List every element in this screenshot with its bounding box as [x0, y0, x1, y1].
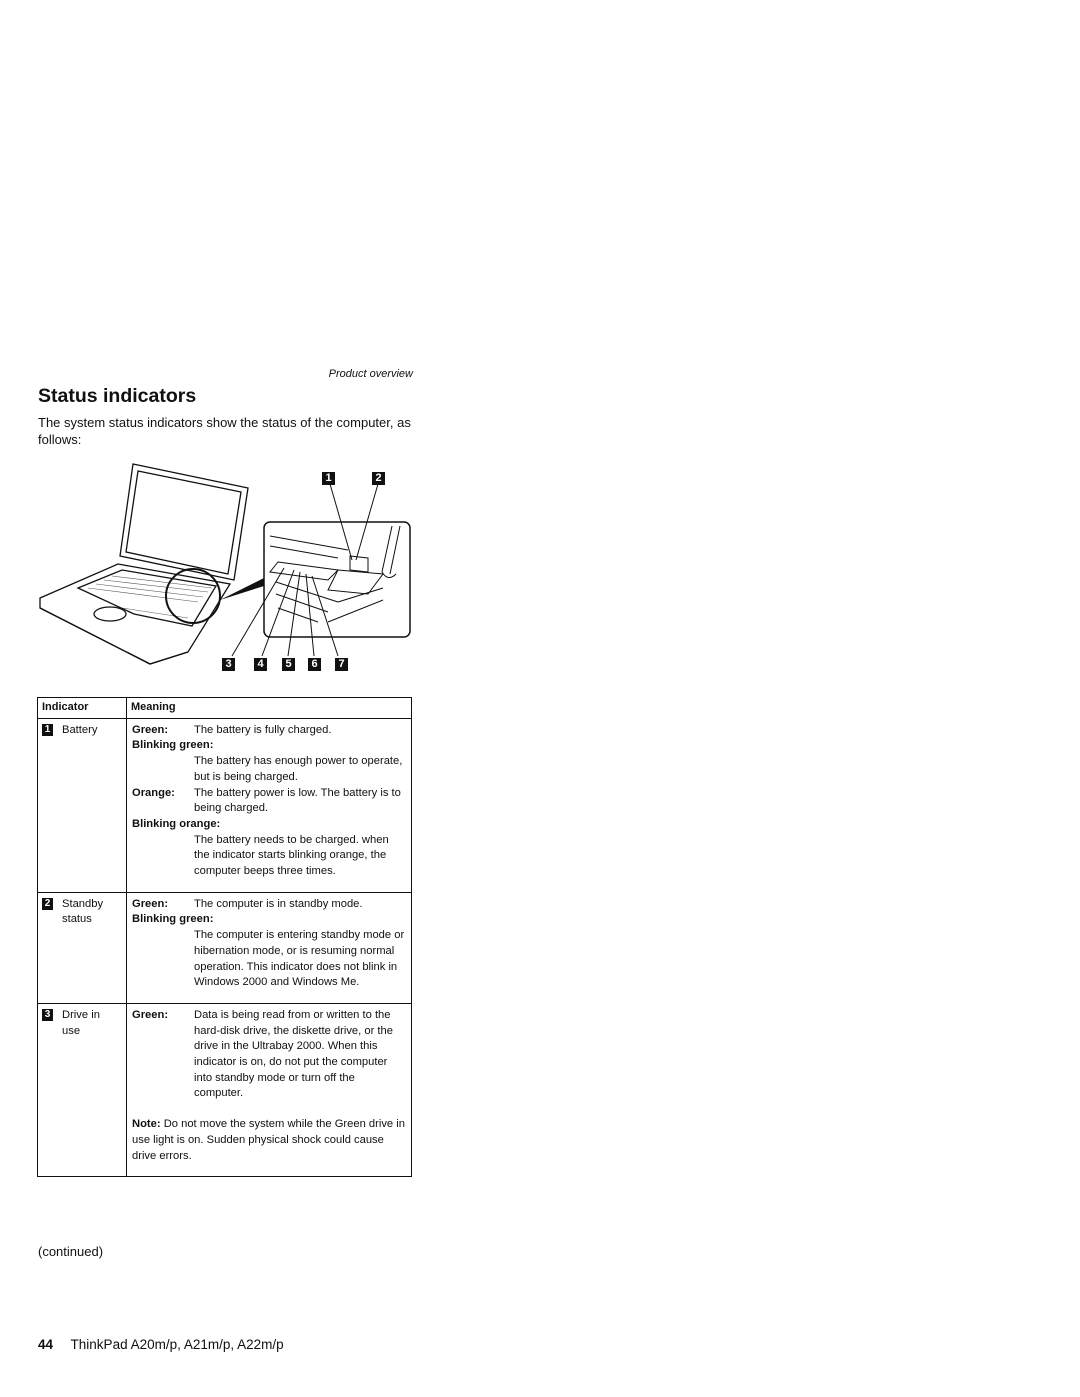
indicator-name: Drive in use	[62, 1008, 100, 1037]
indicator-cell: 3 Drive in use	[37, 1002, 127, 1178]
header-meaning: Meaning	[126, 697, 412, 719]
indicator-number-badge: 2	[42, 897, 53, 910]
entry-label: Green:	[132, 1008, 169, 1021]
laptop-illustration: 1 2 3 4 5 6 7	[38, 462, 414, 680]
entry-text: The battery needs to be charged. when th…	[194, 833, 389, 878]
meaning-entry: Green: The battery is fully charged.	[132, 723, 407, 739]
table-header-row: Indicator Meaning	[37, 697, 412, 719]
entry-label: Blinking green:	[132, 913, 214, 926]
entry-text: The battery power is low. The battery is…	[194, 786, 401, 815]
page-footer: 44 ThinkPad A20m/p, A21m/p, A22m/p	[38, 1337, 284, 1352]
table-row: 2 Standby status Green: The computer is …	[37, 891, 412, 1004]
entry-text: The computer is in standby mode.	[194, 897, 363, 910]
entry-label: Green:	[132, 723, 169, 736]
callout-2: 2	[372, 472, 385, 485]
meaning-cell: Green: The battery is fully charged. Bli…	[126, 717, 412, 893]
intro-paragraph: The system status indicators show the st…	[38, 415, 411, 447]
callout-3: 3	[222, 658, 235, 671]
running-header: Product overview	[328, 368, 413, 380]
meaning-entry: Blinking green: The battery has enough p…	[132, 738, 407, 785]
meaning-entry: Green: Data is being read from or writte…	[132, 1008, 407, 1102]
header-indicator: Indicator	[37, 697, 127, 719]
laptop-drawing	[39, 463, 411, 665]
entry-label: Blinking green:	[132, 739, 214, 752]
callout-5: 5	[282, 658, 295, 671]
entry-text: The battery is fully charged.	[194, 723, 332, 736]
meaning-cell: Green: The computer is in standby mode. …	[126, 891, 412, 1004]
indicator-cell: 2 Standby status	[37, 891, 127, 1004]
entry-label: Blinking orange:	[132, 817, 221, 830]
indicator-number-badge: 1	[42, 723, 53, 736]
entry-text: The battery has enough power to operate,…	[194, 755, 403, 783]
callout-1: 1	[322, 472, 335, 485]
indicator-number-badge: 3	[42, 1008, 53, 1021]
indicator-name: Standby status	[62, 897, 104, 926]
page-number: 44	[38, 1337, 54, 1352]
note: Note: Do not move the system while the G…	[132, 1117, 407, 1164]
continued-label: (continued)	[38, 1244, 104, 1259]
note-label: Note:	[132, 1118, 161, 1131]
entry-text: The computer is entering standby mode or…	[194, 929, 405, 989]
table-row: 3 Drive in use Green: Data is being read…	[37, 1002, 412, 1178]
callout-4: 4	[254, 658, 267, 671]
meaning-entry: Blinking orange: The battery needs to be…	[132, 817, 407, 880]
callout-6: 6	[308, 658, 321, 671]
entry-text: Data is being read from or written to th…	[194, 1008, 393, 1100]
indicator-cell: 1 Battery	[37, 717, 127, 893]
meaning-cell: Green: Data is being read from or writte…	[126, 1002, 412, 1178]
callout-7: 7	[335, 658, 348, 671]
meaning-entry: Green: The computer is in standby mode.	[132, 897, 407, 913]
meaning-entry: Blinking green: The computer is entering…	[132, 912, 407, 991]
indicator-table: Indicator Meaning 1 Battery Green: The b…	[37, 697, 412, 1178]
entry-label: Orange:	[132, 786, 175, 799]
indicator-name: Battery	[62, 723, 98, 736]
note-text: Do not move the system while the Green d…	[132, 1118, 405, 1162]
table-row: 1 Battery Green: The battery is fully ch…	[37, 717, 412, 893]
footer-title: ThinkPad A20m/p, A21m/p, A22m/p	[70, 1337, 284, 1352]
entry-label: Green:	[132, 897, 169, 910]
page-title: Status indicators	[38, 385, 197, 407]
meaning-entry: Orange: The battery power is low. The ba…	[132, 786, 407, 817]
